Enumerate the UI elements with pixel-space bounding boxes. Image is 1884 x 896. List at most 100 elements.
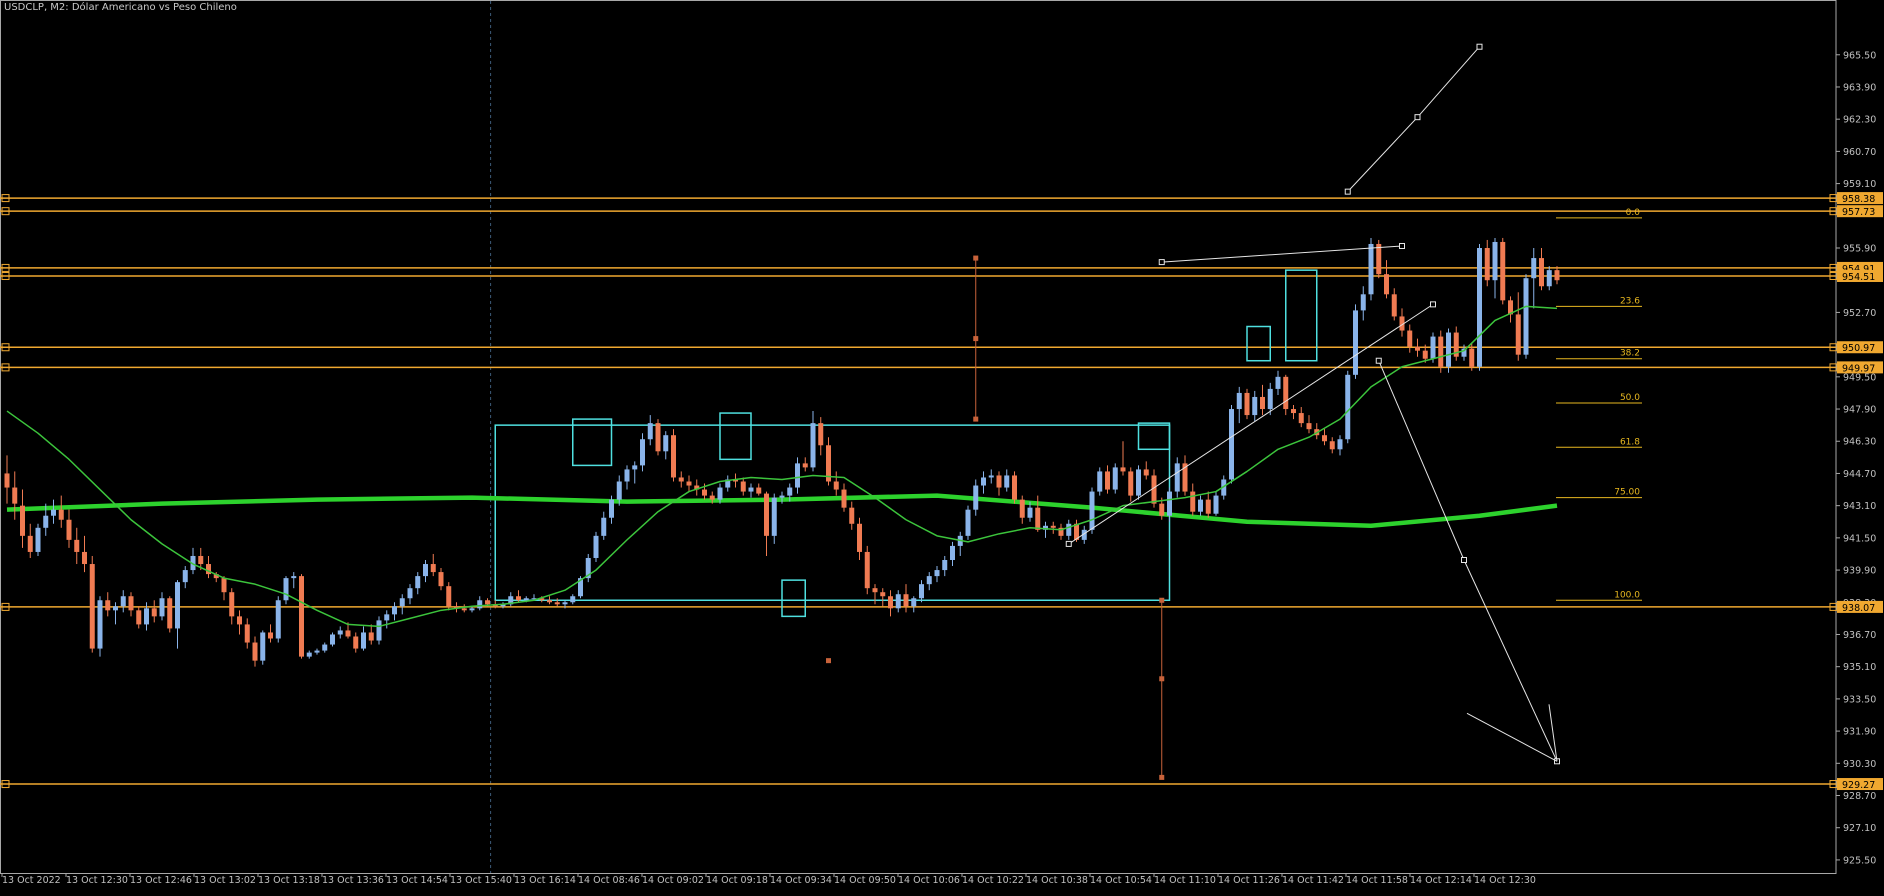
price-level-label: 950.97 [1842, 343, 1875, 354]
bull-candle [283, 578, 289, 601]
chart-root[interactable]: 965.50 963.90 962.30 960.70 959.10 955.90 952.… [0, 0, 1884, 892]
bull-candle [748, 487, 754, 492]
bear-candle [74, 539, 80, 552]
bull-candle [1477, 248, 1482, 367]
bull-candle [1345, 374, 1351, 440]
bear-candle [20, 505, 25, 536]
bull-candle [314, 650, 320, 653]
x-tick-label: 13 Oct 15:40 [450, 875, 512, 886]
bull-candle [113, 606, 118, 611]
bull-candle [562, 602, 568, 605]
x-tick-label: 13 Oct 13:36 [322, 875, 384, 886]
fib-level-label: 23.6 [1620, 296, 1640, 306]
x-tick-label: 14 Oct 10:54 [1090, 875, 1152, 886]
x-tick-label: 13 Oct 2022 [2, 875, 61, 886]
y-tick-label: 925.50 [1843, 855, 1876, 866]
bull-candle [570, 596, 576, 603]
bear-candle [438, 572, 444, 587]
bull-candle [392, 606, 397, 615]
y-tick-label: 927.10 [1843, 823, 1876, 834]
bear-candle [903, 594, 909, 607]
highlight-box [719, 412, 752, 461]
x-tick-label: 14 Oct 12:30 [1474, 875, 1536, 886]
bull-candle [523, 598, 529, 601]
bull-candle [1066, 523, 1072, 536]
bull-candle [275, 600, 281, 639]
bull-candle [1229, 409, 1234, 480]
fib-level-label: 38.2 [1620, 349, 1640, 359]
x-tick-label: 13 Oct 12:30 [66, 875, 128, 886]
highlight-box [572, 418, 613, 467]
bear-candle [58, 509, 64, 520]
bull-candle [182, 570, 188, 583]
bear-candle [1306, 423, 1312, 430]
bull-candle [981, 477, 986, 486]
x-tick-label: 13 Oct 13:02 [194, 875, 256, 886]
bull-candle [1492, 241, 1498, 281]
bear-candle [709, 495, 715, 500]
x-tick-label: 13 Oct 16:14 [514, 875, 576, 886]
bull-candle [1360, 294, 1366, 311]
y-tick-label: 963.90 [1843, 82, 1876, 93]
bear-candle [1422, 350, 1428, 359]
bull-candle [950, 545, 955, 561]
bull-candle [911, 598, 917, 607]
bull-candle [593, 535, 599, 558]
bull-candle [717, 487, 723, 500]
bull-candle [144, 608, 149, 625]
bull-candle [919, 584, 924, 599]
bear-candle [1376, 243, 1382, 275]
bear-candle [678, 477, 684, 482]
bear-candle [841, 489, 847, 508]
y-tick-label: 944.70 [1843, 469, 1876, 480]
y-tick-label: 959.10 [1843, 179, 1876, 190]
bull-candle [601, 517, 607, 536]
bear-candle [244, 624, 250, 643]
bull-candle [384, 614, 390, 621]
bull-candle [1546, 270, 1552, 287]
bull-candle [1236, 392, 1242, 410]
bull-candle [965, 509, 971, 536]
bull-candle [260, 632, 266, 661]
plot-frame [0, 0, 1837, 874]
bull-candle [361, 632, 366, 649]
x-tick-label: 14 Oct 10:22 [962, 875, 1024, 886]
price-level-label: 929.27 [1842, 780, 1875, 791]
bear-candle [105, 600, 111, 611]
bull-candle [159, 598, 165, 617]
trend-point [1158, 259, 1165, 266]
bear-candle [4, 473, 10, 488]
bull-candle [934, 570, 940, 577]
bear-candle [864, 551, 870, 589]
y-tick-label: 935.10 [1843, 662, 1876, 673]
fib-level-label: 61.8 [1620, 437, 1640, 447]
bull-candle [1027, 507, 1033, 518]
bear-candle [547, 600, 552, 603]
bear-candle [368, 632, 374, 641]
trend-point [1344, 188, 1351, 195]
bear-candle [1322, 435, 1327, 442]
marker-point [1159, 597, 1165, 603]
marker-point [1159, 774, 1165, 780]
bear-candle [198, 555, 204, 565]
x-tick-label: 14 Oct 09:02 [642, 875, 704, 886]
x-tick-label: 14 Oct 11:10 [1154, 875, 1216, 886]
channel-upper-line [1161, 245, 1403, 263]
trend-point [1375, 357, 1382, 364]
fib-level-label: 50.0 [1620, 393, 1640, 403]
bear-candle [1105, 471, 1110, 490]
bear-candle [1012, 475, 1017, 500]
trend-point [1430, 301, 1436, 308]
bear-candle [27, 535, 33, 552]
y-tick-label: 928.70 [1843, 791, 1876, 802]
trend-point [1399, 242, 1405, 249]
bear-candle [1539, 258, 1544, 287]
candlestick-chart[interactable]: 965.50 963.90 962.30 960.70 959.10 955.90 952.… [0, 0, 1884, 892]
bear-candle [996, 475, 1002, 488]
bull-candle [1337, 439, 1343, 450]
marker-point [973, 416, 979, 422]
x-tick-label: 14 Oct 10:38 [1026, 875, 1088, 886]
marker-dot [826, 658, 831, 664]
bull-candle [1267, 388, 1273, 410]
bull-candle [291, 576, 297, 579]
